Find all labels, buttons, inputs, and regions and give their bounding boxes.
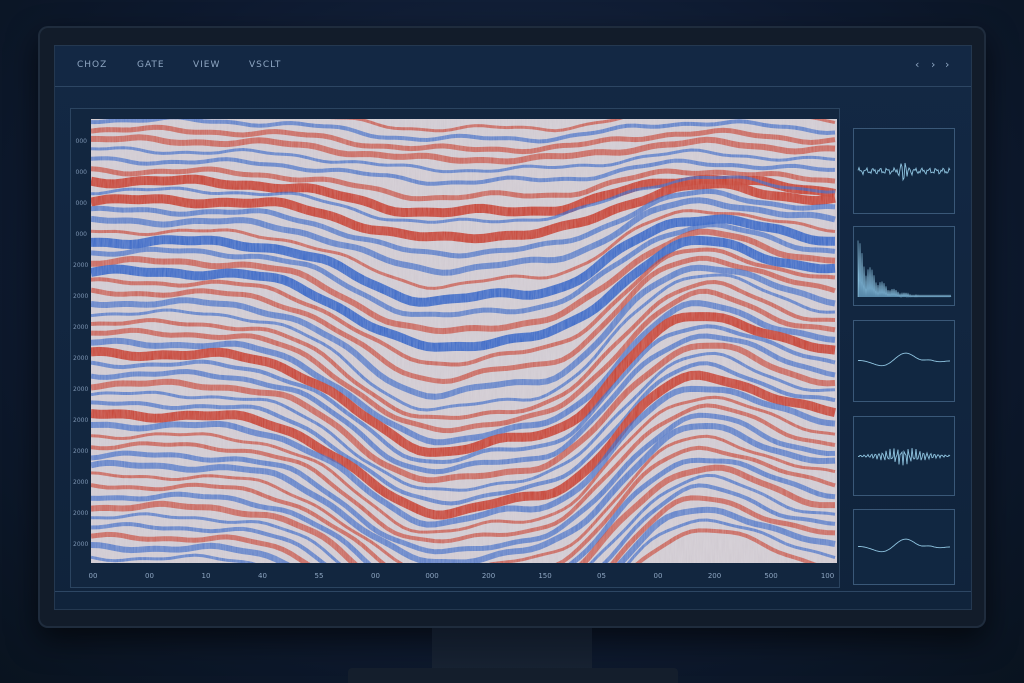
menu-item-view[interactable]: VIEW [193,60,220,70]
x-tick-label: 55 [314,572,324,580]
side-panel-5[interactable] [853,509,955,585]
side-panel-4[interactable] [853,416,955,496]
seismic-grain-overlay [91,119,837,563]
smooth-wave-icon [857,352,951,367]
status-divider [55,591,971,592]
monitor-stand-base [348,668,678,683]
nav-forward-icon[interactable]: › [931,58,935,71]
x-tick-label: 00 [88,572,98,580]
x-tick-label: 000 [425,572,439,580]
y-tick-label: 2000 [73,386,89,393]
y-tick-label: 000 [75,231,87,238]
monitor-stand-neck [432,628,592,670]
seismic-section-canvas[interactable] [91,119,837,563]
x-tick-label: 00 [145,572,154,580]
y-tick-label: 000 [75,200,87,207]
side-panel-2[interactable] [853,226,955,306]
x-tick-label: 10 [201,572,211,580]
monitor-bezel: CHOZ GATE VIEW VSCLT ‹ › › 000 000 000 000 2… [38,26,986,628]
y-tick-label: 2000 [73,448,89,455]
nav-back-icon[interactable]: ‹ [915,58,919,71]
screen: CHOZ GATE VIEW VSCLT ‹ › › 000 000 000 000 2… [54,45,972,610]
smooth-wave-icon [857,538,951,553]
x-tick-label: 00 [371,572,380,580]
y-tick-label: 2000 [73,510,89,517]
x-tick-label: 100 [820,572,835,580]
side-panel-1[interactable] [853,128,955,214]
y-tick-label: 2000 [73,293,89,300]
x-tick-label: 200 [481,572,496,580]
y-tick-label: 2000 [73,355,89,362]
y-tick-label: 2000 [73,479,89,486]
menu-bar: CHOZ GATE VIEW VSCLT ‹ › › [55,46,971,87]
x-tick-label: 500 [764,572,778,580]
noise-trace-icon [857,448,951,466]
x-tick-label: 00 [653,572,663,580]
menu-item-choz[interactable]: CHOZ [77,60,107,70]
y-tick-label: 2000 [73,541,89,548]
y-tick-label: 2000 [73,417,89,424]
x-tick-label: 05 [597,572,606,580]
y-tick-label: 000 [75,169,87,176]
y-tick-label: 2000 [73,324,89,331]
nav-next-icon[interactable]: › [945,58,949,71]
menu-item-vsclt[interactable]: VSCLT [249,60,281,70]
wavelet-icon [857,162,951,182]
x-tick-label: 40 [258,572,267,580]
side-panel-3[interactable] [853,320,955,402]
menu-item-gate[interactable]: GATE [137,60,165,70]
y-tick-label: 2000 [73,262,89,269]
x-tick-label: 200 [707,572,722,580]
x-tick-label: 150 [538,572,552,580]
y-tick-label: 000 [75,138,87,145]
spectrum-icon [857,240,952,299]
